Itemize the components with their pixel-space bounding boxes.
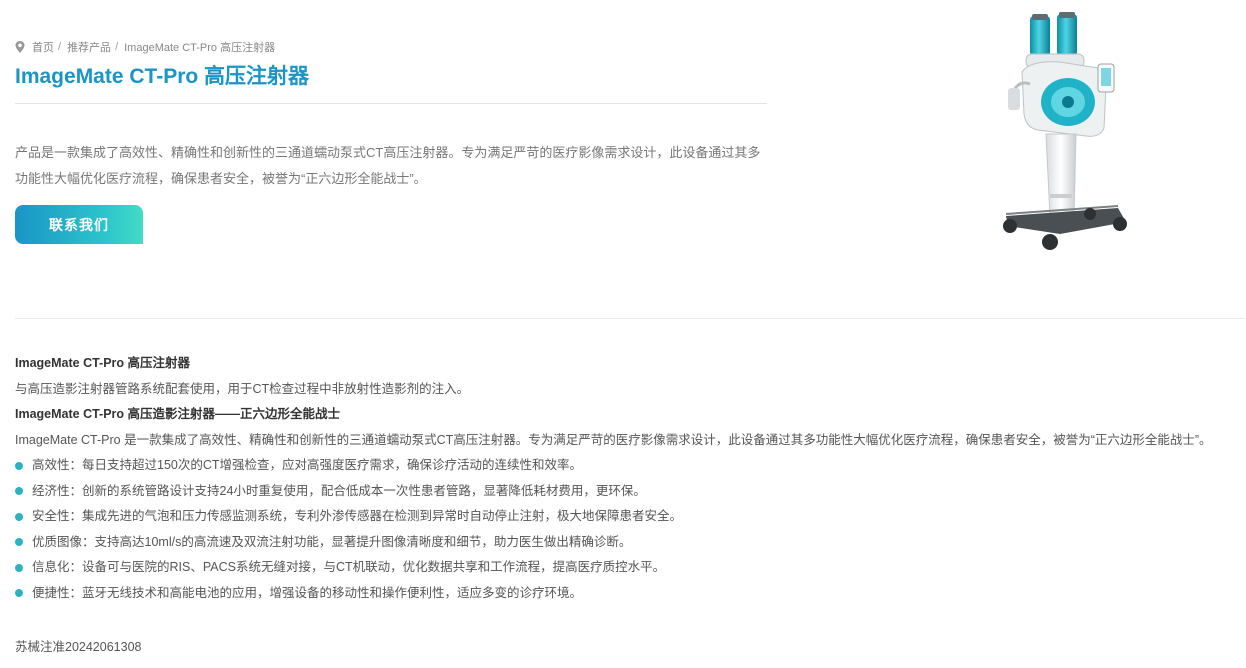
breadcrumb-recommended-link[interactable]: 推荐产品	[67, 39, 111, 55]
bullet-dot-icon	[15, 461, 23, 470]
feature-text: 信息化：设备可与医院的RIS、PACS系统无缝对接，与CT机联动，优化数据共享和…	[32, 560, 666, 574]
breadcrumb-separator: /	[58, 41, 62, 53]
bullet-dot-icon	[15, 538, 23, 547]
ct-injector-product-image	[1003, 12, 1127, 250]
registration-number: 苏械注准20242061308	[15, 640, 142, 654]
breadcrumb-current: ImageMate CT-Pro 高压注射器	[124, 42, 276, 54]
feature-text: 安全性：集成先进的气泡和压力传感监测系统，专利外渗传感器在检测到异常时自动停止注…	[32, 509, 683, 523]
page-title: ImageMate CT-Pro 高压注射器	[15, 65, 310, 88]
title-divider	[15, 103, 767, 104]
section-divider	[15, 318, 1245, 319]
location-pin-icon	[15, 41, 25, 53]
bullet-dot-icon	[15, 512, 23, 521]
detail-description: ImageMate CT-Pro 是一款集成了高效性、精确性和创新性的三通道蠕动…	[15, 432, 1212, 447]
feature-item: 高效性：每日支持超过150次的CT增强检查，应对高强度医疗需求，确保诊疗活动的连…	[15, 453, 1245, 479]
feature-item: 经济性：创新的系统管路设计支持24小时重复使用，配合低成本一次性患者管路，显著降…	[15, 479, 1245, 505]
bullet-dot-icon	[15, 563, 23, 572]
feature-text: 便捷性：蓝牙无线技术和高能电池的应用，增强设备的移动性和操作便利性，适应多变的诊…	[32, 585, 583, 600]
detail-heading: ImageMate CT-Pro 高压注射器	[15, 356, 191, 370]
feature-item: 安全性：集成先进的气泡和压力传感监测系统，专利外渗传感器在检测到异常时自动停止注…	[15, 504, 1245, 530]
contact-us-button[interactable]: 联系我们	[15, 205, 143, 244]
feature-text: 优质图像：支持高达10ml/s的高流速及双流注射功能，显著提升图像清晰度和细节，…	[32, 534, 632, 549]
feature-text: 高效性：每日支持超过150次的CT增强检查，应对高强度医疗需求，确保诊疗活动的连…	[32, 458, 583, 472]
breadcrumb: 首页 / 推荐产品 / ImageMate CT-Pro 高压注射器	[15, 39, 275, 55]
detail-usage-text: 与高压造影注射器管路系统配套使用，用于CT检查过程中非放射性造影剂的注入。	[15, 381, 470, 396]
feature-item: 优质图像：支持高达10ml/s的高流速及双流注射功能，显著提升图像清晰度和细节，…	[15, 530, 1245, 556]
feature-text: 经济性：创新的系统管路设计支持24小时重复使用，配合低成本一次性患者管路，显著降…	[32, 483, 646, 498]
product-intro: 产品是一款集成了高效性、精确性和创新性的三通道蠕动泵式CT高压注射器。专为满足严…	[15, 145, 761, 186]
breadcrumb-separator: /	[115, 41, 119, 53]
product-detail: ImageMate CT-Pro 高压注射器 与高压造影注射器管路系统配套使用，…	[15, 351, 1245, 606]
bullet-dot-icon	[15, 589, 23, 598]
feature-item: 便捷性：蓝牙无线技术和高能电池的应用，增强设备的移动性和操作便利性，适应多变的诊…	[15, 581, 1245, 607]
feature-item: 信息化：设备可与医院的RIS、PACS系统无缝对接，与CT机联动，优化数据共享和…	[15, 555, 1245, 581]
feature-list: 高效性：每日支持超过150次的CT增强检查，应对高强度医疗需求，确保诊疗活动的连…	[15, 453, 1245, 606]
breadcrumb-home-link[interactable]: 首页	[32, 39, 54, 55]
bullet-dot-icon	[15, 487, 23, 496]
detail-subheading: ImageMate CT-Pro 高压造影注射器——正六边形全能战士	[15, 407, 341, 421]
